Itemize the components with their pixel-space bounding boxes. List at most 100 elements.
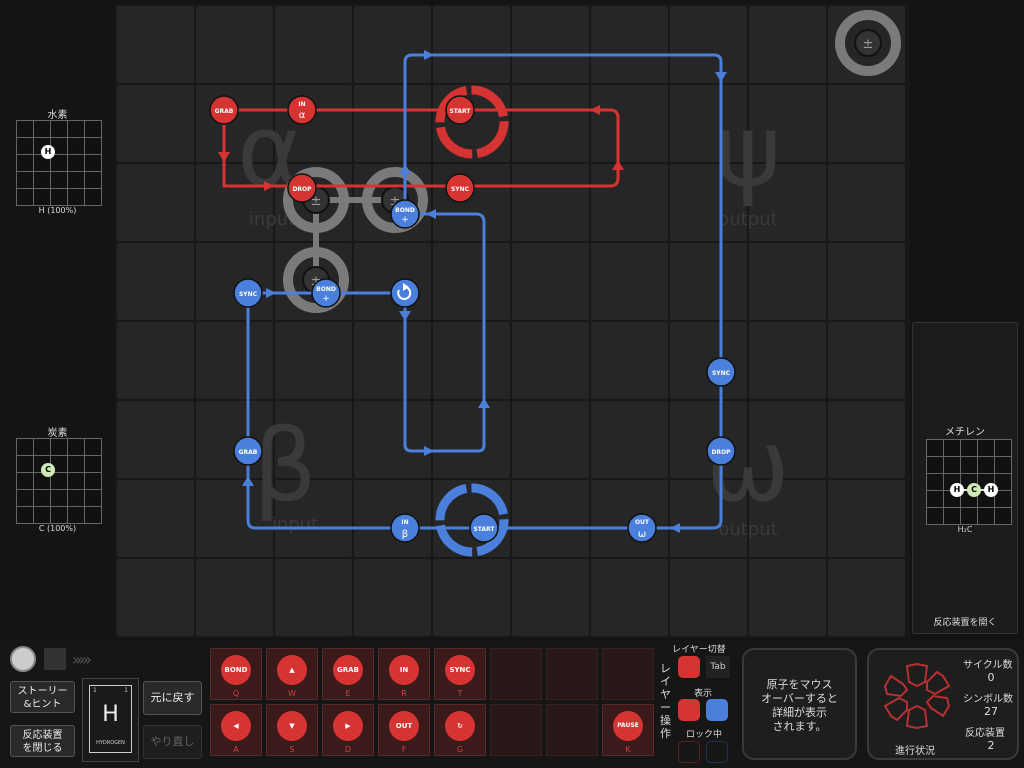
element-card[interactable]: 1 1 H HYDROGEN: [82, 678, 139, 762]
layer-red-swatch[interactable]: [678, 656, 700, 678]
element-name: HYDROGEN: [96, 740, 125, 746]
palette-tool[interactable]: ▼ S: [266, 704, 318, 756]
palette-empty-slot[interactable]: [602, 648, 654, 700]
progress-box: 進行状況 サイクル数 0 シンボル数 27 反応装置 2: [867, 648, 1019, 760]
lock-red-toggle[interactable]: [678, 741, 700, 763]
output-title: メチレン: [945, 427, 985, 438]
blue-out-node[interactable]: OUT ω: [627, 513, 657, 543]
blue-rotate-node[interactable]: [390, 278, 420, 308]
input-alpha-caption: H (100%): [38, 206, 77, 215]
palette-empty-slot[interactable]: [546, 648, 598, 700]
palette-empty-slot[interactable]: [546, 704, 598, 756]
close-reactor-button[interactable]: 反応装置 を閉じる: [10, 725, 75, 757]
svg-text:+: +: [401, 215, 409, 225]
svg-text:+: +: [322, 294, 330, 304]
element-number: 1: [93, 687, 97, 694]
element-weight: 1: [124, 687, 128, 694]
palette-tool[interactable]: BOND Q: [210, 648, 262, 700]
blue-in-node[interactable]: IN β: [390, 513, 420, 543]
red-sync-node[interactable]: SYNC: [445, 173, 475, 203]
pause-tool[interactable]: PAUSE K: [602, 704, 654, 756]
red-in-node[interactable]: IN α: [287, 95, 317, 125]
svg-text:START: START: [473, 526, 495, 533]
blue-bond-node-top[interactable]: BOND +: [390, 199, 420, 229]
palette-empty-slot[interactable]: [490, 648, 542, 700]
input-beta-caption: C (100%): [38, 524, 77, 533]
palette-tool[interactable]: SYNC T: [434, 648, 486, 700]
undo-button[interactable]: 元に戻す: [143, 681, 202, 715]
palette-tool-key: A: [233, 745, 239, 754]
palette-tool-icon: ▼: [277, 711, 307, 741]
palette-tool-icon: ▶: [333, 711, 363, 741]
palette-tool-icon: ▲: [277, 655, 307, 685]
svg-text:IN: IN: [298, 101, 305, 108]
output-atom-c: C: [967, 483, 981, 497]
output-atom-h-left: H: [950, 483, 964, 497]
zone-psi-label: output: [718, 209, 777, 230]
tab-key[interactable]: Tab: [706, 656, 730, 678]
svg-text:START: START: [449, 108, 471, 115]
svg-text:OUT: OUT: [635, 519, 650, 526]
palette-tool[interactable]: ▶ D: [322, 704, 374, 756]
show-red-toggle[interactable]: [678, 699, 700, 721]
hydrogen-atom: H: [41, 145, 55, 159]
palette-tool-key: W: [288, 689, 296, 698]
palette-tool-icon: OUT: [389, 711, 419, 741]
red-start-node[interactable]: START: [445, 95, 475, 125]
blue-bond-node-mid[interactable]: BOND +: [311, 278, 341, 308]
palette-tool-key: Q: [232, 689, 240, 698]
palette-tool[interactable]: IN R: [378, 648, 430, 700]
palette-tool[interactable]: ▲ W: [266, 648, 318, 700]
open-reactor-button[interactable]: 反応装置を開く: [913, 615, 1017, 628]
redo-button[interactable]: やり直し: [143, 725, 202, 759]
svg-text:β: β: [402, 529, 408, 540]
palette-tool-key: F: [401, 745, 407, 754]
reactors-label: 反応装置: [965, 728, 1005, 739]
show-blue-toggle[interactable]: [706, 699, 728, 721]
input-alpha-panel[interactable]: 水素 H H (100%): [10, 100, 105, 220]
svg-text:BOND: BOND: [316, 286, 336, 293]
speed-indicator[interactable]: ›››››: [10, 646, 205, 672]
palette-tool-icon: SYNC: [445, 655, 475, 685]
story-hint-button[interactable]: ストーリー &ヒント: [10, 681, 75, 713]
layer-ops-label: レイヤー操作: [660, 662, 671, 740]
output-atom-h-right: H: [984, 483, 998, 497]
blue-start-node[interactable]: START: [469, 513, 499, 543]
info-text: 原子をマウス オーバーすると 詳細が表示 されます。: [761, 678, 838, 733]
zone-beta-label: input: [272, 514, 318, 535]
lock-label: ロック中: [686, 730, 723, 740]
blue-sync-node-right[interactable]: SYNC: [706, 357, 736, 387]
svg-text:DROP: DROP: [711, 449, 731, 456]
input-beta-panel[interactable]: 炭素 C C (100%): [10, 418, 105, 538]
element-symbol: H: [102, 702, 119, 727]
symbols-value: 27: [984, 705, 998, 718]
palette-empty-slot[interactable]: [490, 704, 542, 756]
palette-tool-icon: ◀: [221, 711, 251, 741]
reactors-value: 2: [987, 739, 995, 752]
svg-text:SYNC: SYNC: [451, 186, 470, 193]
info-box: 原子をマウス オーバーすると 詳細が表示 されます。: [742, 648, 857, 760]
layer-switch-label: レイヤー切替: [672, 645, 726, 655]
palette-tool[interactable]: OUT F: [378, 704, 430, 756]
blue-grab-node[interactable]: GRAB: [233, 436, 263, 466]
pause-key: K: [625, 745, 631, 754]
palette-tool[interactable]: ◀ A: [210, 704, 262, 756]
input-alpha-title: 水素: [47, 110, 68, 121]
red-drop-node[interactable]: DROP: [287, 173, 317, 203]
input-beta-title: 炭素: [47, 428, 68, 439]
blue-sync-node-left[interactable]: SYNC: [233, 278, 263, 308]
svg-text:SYNC: SYNC: [712, 370, 731, 377]
output-grid: [926, 439, 1012, 525]
palette-tool[interactable]: GRAB E: [322, 648, 374, 700]
progress-label: 進行状況: [895, 746, 935, 757]
lock-blue-toggle[interactable]: [706, 741, 728, 763]
red-grab-node[interactable]: GRAB: [209, 95, 239, 125]
bonder[interactable]: ±: [835, 10, 901, 76]
palette-tool[interactable]: ↻ G: [434, 704, 486, 756]
blue-drop-node[interactable]: DROP: [706, 436, 736, 466]
palette-tool-icon: ↻: [445, 711, 475, 741]
palette-tool-icon: BOND: [221, 655, 251, 685]
progress-icon: [883, 662, 951, 730]
palette-tool-icon: GRAB: [333, 655, 363, 685]
cycles-label: サイクル数: [963, 660, 1013, 671]
